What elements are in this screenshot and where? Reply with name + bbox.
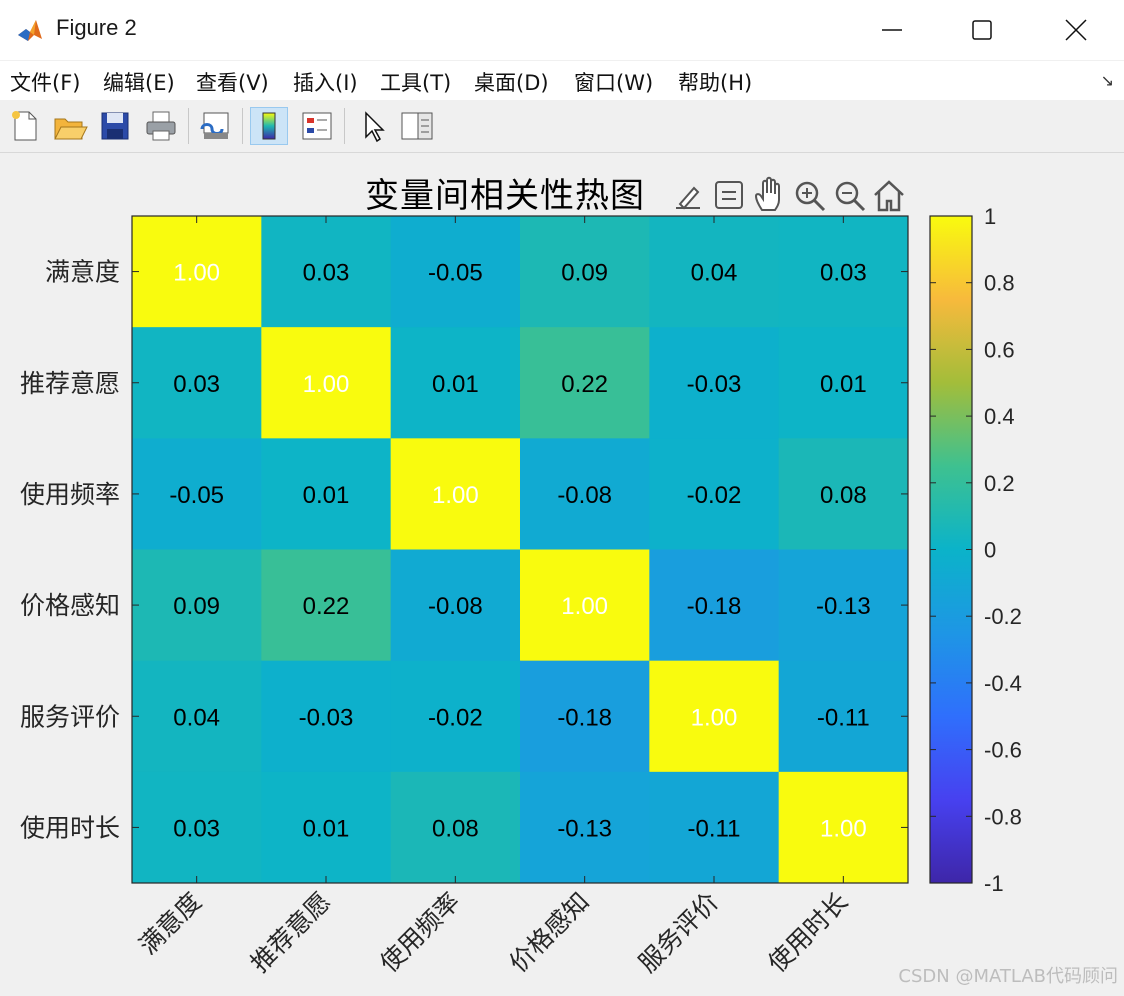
cell-value-label: 0.01 (432, 371, 479, 398)
colorbar (929, 215, 973, 884)
x-tick-label: 满意度 (133, 887, 207, 961)
cell-value-label: -0.03 (299, 704, 354, 731)
x-tick-label: 使用频率 (374, 887, 465, 978)
cell-value-label: 0.09 (173, 593, 220, 620)
cell-value-label: 0.04 (691, 260, 738, 287)
cell-value-label: 0.03 (820, 260, 867, 287)
cell-value-label: -0.13 (816, 593, 871, 620)
colorbar-tick-label: 0.6 (984, 337, 1015, 362)
cell-value-label: 0.08 (432, 815, 479, 842)
cell-value-label: 0.22 (303, 593, 350, 620)
y-tick-label: 使用时长 (20, 813, 120, 842)
cell-value-label: -0.18 (557, 704, 612, 731)
zoom-out-icon[interactable] (835, 181, 866, 212)
cell-value-label: -0.05 (169, 482, 224, 509)
x-tick-label: 服务评价 (633, 887, 724, 978)
brush-icon[interactable] (676, 186, 700, 210)
colorbar-tick-label: -0.4 (984, 671, 1022, 696)
zoom-in-icon[interactable] (795, 181, 826, 212)
data-tips-icon[interactable] (715, 181, 743, 209)
cell-value-label: 0.01 (303, 482, 350, 509)
cell-value-label: 0.03 (173, 815, 220, 842)
axes-toolbar (676, 176, 904, 212)
y-tick-label: 推荐意愿 (20, 369, 120, 398)
cell-value-label: 1.00 (820, 815, 867, 842)
cell-value-label: 1.00 (303, 371, 350, 398)
colorbar-tick-label: -1 (984, 871, 1004, 896)
colorbar-tick-label: 0 (984, 538, 996, 563)
cell-value-label: 0.03 (303, 260, 350, 287)
pan-hand-icon[interactable] (754, 176, 780, 211)
y-tick-label: 满意度 (45, 258, 120, 287)
chart-title: 变量间相关性热图 (365, 176, 645, 216)
colorbar-tick-label: -0.8 (984, 804, 1022, 829)
cell-value-label: 0.01 (303, 815, 350, 842)
colorbar-tick-label: -0.2 (984, 604, 1022, 629)
home-icon[interactable] (874, 180, 904, 212)
cell-value-label: 0.04 (173, 704, 220, 731)
cell-value-label: 0.09 (561, 260, 608, 287)
heatmap-chart: 1.00 0.03 -0.05 0.09 0.04 0.03 0.03 1.00 0.01 0.2… (20, 204, 1022, 978)
cell-value-label: -0.13 (557, 815, 612, 842)
cell-value-label: -0.08 (428, 593, 483, 620)
cell-value-label: 1.00 (173, 260, 220, 287)
colorbar-tick-label: -0.6 (984, 738, 1022, 763)
x-tick-label: 使用时长 (762, 887, 853, 978)
x-tick-label: 价格感知 (504, 887, 595, 978)
cell-value-label: -0.05 (428, 260, 483, 287)
watermark: CSDN @MATLAB代码顾问 (898, 966, 1118, 987)
y-tick-label: 价格感知 (20, 591, 120, 620)
cell-value-label: 0.01 (820, 371, 867, 398)
cell-value-label: -0.03 (687, 371, 742, 398)
colorbar-tick-label: 0.2 (984, 471, 1015, 496)
cell-value-label: -0.18 (687, 593, 742, 620)
y-tick-label: 服务评价 (20, 702, 120, 731)
cell-value-label: -0.11 (817, 704, 870, 731)
cell-value-label: -0.08 (557, 482, 612, 509)
cell-value-label: 0.03 (173, 371, 220, 398)
x-tick-label: 推荐意愿 (245, 887, 336, 978)
cell-value-label: 1.00 (691, 704, 738, 731)
cell-value-label: -0.02 (687, 482, 742, 509)
cell-value-label: -0.11 (688, 815, 741, 842)
cell-value-label: 0.22 (561, 371, 608, 398)
cell-value-label: 1.00 (561, 593, 608, 620)
colorbar-tick-label: 0.8 (984, 271, 1015, 296)
colorbar-tick-label: 1 (984, 204, 996, 229)
colorbar-tick-label: 0.4 (984, 404, 1015, 429)
y-tick-label: 使用频率 (20, 480, 120, 509)
cell-value-label: -0.02 (428, 704, 483, 731)
cell-value-label: 0.08 (820, 482, 867, 509)
cell-value-label: 1.00 (432, 482, 479, 509)
